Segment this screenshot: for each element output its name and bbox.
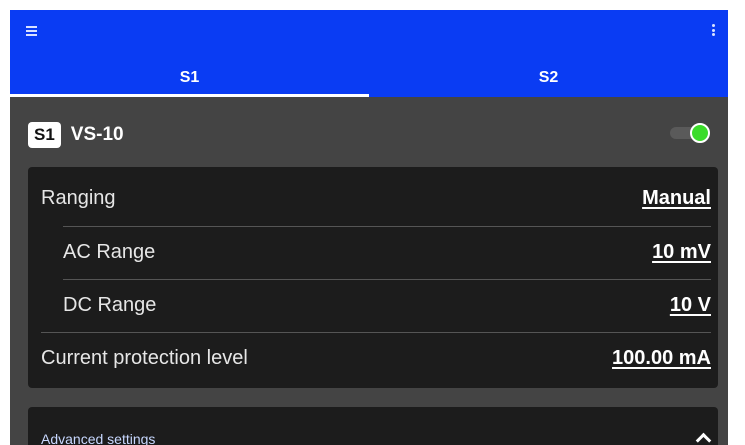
hamburger-menu-icon[interactable] [26,26,37,36]
advanced-settings-panel[interactable]: Advanced settings [28,407,718,445]
current-protection-label: Current protection level [41,346,248,369]
device-enable-toggle[interactable] [666,117,712,147]
device-name: VS-10 [70,124,124,145]
ac-range-value[interactable]: 10 mV [652,241,711,264]
tab-s2[interactable]: S2 [369,58,728,97]
current-protection-row: Current protection level 100.00 mA [41,332,711,384]
dc-range-row: DC Range 10 V [63,279,711,331]
current-protection-value[interactable]: 100.00 mA [612,347,711,370]
advanced-settings-label: Advanced settings [41,431,156,445]
app-bar: S1 S2 [10,10,728,97]
ac-range-row: AC Range 10 mV [63,226,711,278]
more-vertical-icon[interactable] [710,24,716,38]
tab-bar: S1 S2 [10,58,728,97]
app-window: S1 S2 S1 VS-10 Ranging Manual AC Range 1… [10,10,728,445]
ranging-value[interactable]: Manual [642,187,711,210]
tab-s1[interactable]: S1 [10,58,369,97]
ranging-row: Ranging Manual [41,172,711,224]
device-badge: S1 [28,122,61,148]
ac-range-label: AC Range [63,240,156,263]
dc-range-label: DC Range [63,293,157,316]
dc-range-value[interactable]: 10 V [670,294,711,317]
chevron-up-icon[interactable] [695,432,712,445]
toggle-knob [690,123,710,143]
device-header: S1 VS-10 [28,118,124,152]
ranging-label: Ranging [41,186,116,209]
settings-card: Ranging Manual AC Range 10 mV DC Range 1… [28,167,718,388]
